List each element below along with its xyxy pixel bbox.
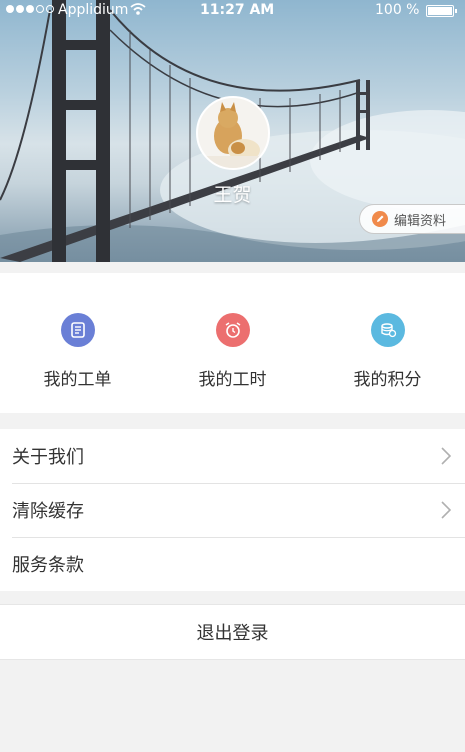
chevron-right-icon: [441, 447, 451, 465]
signal-strength-icon: [6, 5, 54, 13]
status-bar: Applidium 11:27 AM 100 %: [0, 0, 465, 24]
quick-action-work-orders[interactable]: 我的工单: [0, 273, 155, 413]
menu-item-about-us[interactable]: 关于我们: [0, 429, 465, 483]
menu-item-label: 服务条款: [12, 555, 84, 576]
pencil-icon: [372, 211, 388, 227]
profile-header: Applidium 11:27 AM 100 % 王贺 编辑资料: [0, 0, 465, 262]
logout-button[interactable]: 退出登录: [0, 604, 465, 660]
carrier-name: Applidium: [58, 2, 129, 18]
menu-item-clear-cache[interactable]: 清除缓存: [0, 483, 465, 537]
quick-action-label: 我的积分: [353, 370, 422, 390]
edit-profile-button[interactable]: 编辑资料: [359, 204, 465, 234]
quick-action-work-hours[interactable]: 我的工时: [155, 273, 310, 413]
battery-percent: 100 %: [375, 2, 420, 18]
quick-action-label: 我的工时: [198, 370, 267, 390]
quick-actions-panel: 我的工单 我的工时 我的积分: [0, 273, 465, 413]
settings-menu: 关于我们 清除缓存 服务条款: [0, 429, 465, 591]
status-time: 11:27 AM: [200, 2, 275, 18]
menu-item-terms-of-service[interactable]: 服务条款: [0, 537, 465, 591]
wifi-icon: [130, 2, 146, 20]
menu-item-label: 清除缓存: [12, 501, 84, 522]
quick-action-label: 我的工单: [43, 370, 112, 390]
logout-label: 退出登录: [196, 623, 269, 644]
coins-icon: [370, 313, 405, 347]
alarm-clock-icon: [215, 313, 250, 347]
battery-icon: [426, 5, 457, 17]
avatar[interactable]: [196, 96, 270, 170]
user-name: 王贺: [213, 184, 252, 206]
work-order-icon: [60, 313, 95, 347]
edit-profile-label: 编辑资料: [394, 213, 447, 229]
cat-avatar-image: [198, 98, 268, 168]
chevron-right-icon: [441, 501, 451, 519]
menu-item-label: 关于我们: [12, 447, 84, 468]
quick-action-points[interactable]: 我的积分: [310, 273, 465, 413]
